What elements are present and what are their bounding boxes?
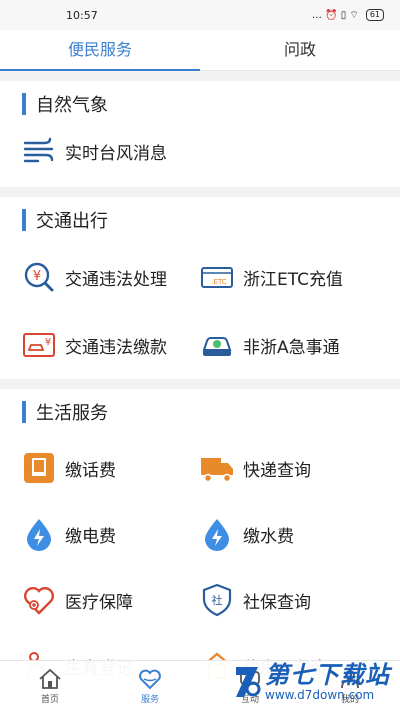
status-icons: … ⏰ ▯ ⌔ 61 [312,9,384,22]
section-header: 生活服务 [22,389,400,435]
section-life: 生活服务 缴话费 快递查询 缴电费 缴水费 医疗保障 社 社保查询 [0,389,400,699]
heart-medical-icon [24,587,54,615]
site-watermark: 第七下载站 www.d7down.com [232,662,390,702]
status-time: 10:57 [66,8,98,22]
svg-text:¥: ¥ [33,269,41,284]
service-label: 交通违法缴款 [65,337,167,358]
section-gap [0,187,400,197]
service-label: 医疗保障 [65,592,133,613]
heart-service-icon [139,669,161,689]
section-gap [0,379,400,389]
nav-service[interactable]: 服务 [100,661,200,711]
section-header: 交通出行 [22,197,400,243]
car-urgent-icon [202,337,232,356]
service-phone-bill[interactable]: 缴话费 [22,435,200,501]
service-typhoon[interactable]: 实时台风消息 [22,127,322,175]
section-title: 生活服务 [36,403,108,424]
service-social-security[interactable]: 社 社保查询 [200,567,378,633]
service-label: 快递查询 [243,460,311,481]
service-non-zhejiang-urgent[interactable]: 非浙A急事通 [200,311,378,379]
social-security-shield-icon: 社 [202,583,232,617]
svg-text:.ETC: .ETC [211,278,227,286]
status-bar: 10:57 … ⏰ ▯ ⌔ 61 [0,0,400,30]
d7-logo-icon [236,667,261,697]
service-label: 实时台风消息 [65,143,167,164]
section-header: 自然气象 [22,81,400,127]
home-icon [39,668,61,689]
section-nature: 自然气象 实时台风消息 [0,81,400,187]
service-label: 交通违法处理 [65,269,167,290]
status-icon-group: … ⏰ ▯ ⌔ [311,9,359,21]
service-traffic-payment[interactable]: ¥ 交通违法缴款 [22,311,200,379]
section-gap [0,71,400,81]
service-label: 缴电费 [65,526,116,547]
section-traffic: 交通出行 ¥ 交通违法处理 .ETC 浙江ETC充值 ¥ 交通违法缴款 非浙A急… [0,197,400,379]
service-electricity-bill[interactable]: 缴电费 [22,501,200,567]
section-accent-bar [22,401,26,423]
svg-text:¥: ¥ [45,337,51,348]
section-accent-bar [22,209,26,231]
service-label: 缴话费 [65,460,116,481]
section-title: 交通出行 [36,211,108,232]
traffic-violation-icon: ¥ [24,262,54,292]
nav-label: 服务 [140,694,159,705]
phone-bill-icon [24,453,54,483]
service-express-query[interactable]: 快递查询 [200,435,378,501]
delivery-truck-icon [201,458,233,483]
nav-label: 首页 [40,694,59,705]
section-title: 自然气象 [36,95,108,116]
water-drop-icon [205,519,229,551]
service-label: 缴水费 [243,526,294,547]
top-tabs: 便民服务 问政 [0,30,400,71]
section-accent-bar [22,93,26,115]
typhoon-wind-icon [23,137,54,163]
service-label: 社保查询 [243,592,311,613]
nav-home[interactable]: 首页 [0,661,100,711]
watermark-url: www.d7down.com [265,688,375,702]
tab-inquiry[interactable]: 问政 [200,30,400,70]
active-tab-indicator [0,69,200,71]
etc-card-icon: .ETC [201,267,233,288]
watermark-title: 第七下载站 [265,661,390,689]
battery-icon: 61 [365,9,384,21]
service-label: 非浙A急事通 [243,337,340,358]
service-medical-insurance[interactable]: 医疗保障 [22,567,200,633]
service-traffic-violation[interactable]: ¥ 交通违法处理 [22,243,200,311]
svg-text:社: 社 [212,593,223,607]
service-etc-recharge[interactable]: .ETC 浙江ETC充值 [200,243,378,311]
tab-convenience-services[interactable]: 便民服务 [0,30,200,70]
car-payment-icon: ¥ [23,333,55,357]
electricity-drop-icon [27,519,51,551]
service-water-bill[interactable]: 缴水费 [200,501,378,567]
service-label: 浙江ETC充值 [243,269,343,290]
